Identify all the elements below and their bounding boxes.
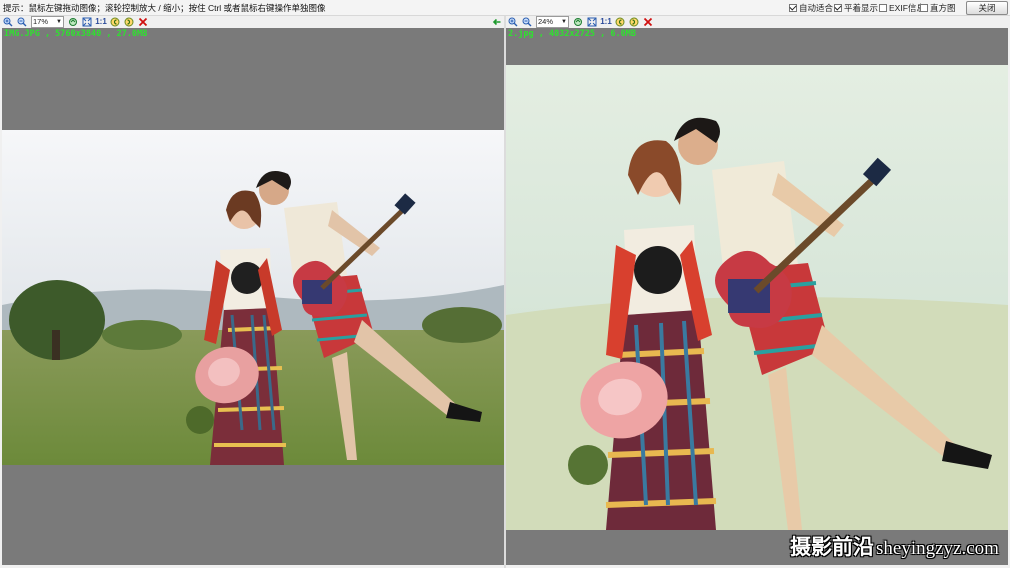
left-image-info: IMG.JPG , 5760x3840 , 27.0MB bbox=[4, 29, 148, 39]
right-zoom-value: 24% bbox=[538, 17, 554, 26]
histogram-checkbox[interactable] bbox=[920, 4, 928, 12]
right-image-info: 2.jpg , 4032x2725 , 6.0MB bbox=[508, 29, 636, 39]
chevron-down-icon: ▼ bbox=[56, 19, 62, 25]
rotate-icon[interactable] bbox=[573, 17, 583, 27]
rotate-icon[interactable] bbox=[68, 17, 78, 27]
hint-text: 提示：鼠标左键拖动图像；滚轮控制放大 / 缩小；按住 Ctrl 或者鼠标右键操作… bbox=[3, 3, 326, 13]
flat-display-label: 平着显示 bbox=[844, 3, 879, 13]
rotate-left-icon[interactable] bbox=[110, 17, 120, 27]
exif-checkbox[interactable] bbox=[879, 4, 887, 12]
right-image-panel[interactable]: 2.jpg , 4032x2725 , 6.0MB bbox=[506, 28, 1008, 565]
auto-fit-checkbox[interactable] bbox=[789, 4, 797, 12]
close-x-icon[interactable] bbox=[138, 17, 148, 27]
top-bar: 提示：鼠标左键拖动图像；滚轮控制放大 / 缩小；按住 Ctrl 或者鼠标右键操作… bbox=[0, 0, 1010, 16]
auto-fit-label: 自动适合 bbox=[799, 3, 834, 13]
fit-icon[interactable] bbox=[82, 17, 92, 27]
back-arrow-icon[interactable] bbox=[492, 17, 502, 27]
zoom-in-icon[interactable] bbox=[508, 17, 518, 27]
rotate-left-icon[interactable] bbox=[615, 17, 625, 27]
watermark-cn-text: 摄影前沿 bbox=[790, 534, 874, 559]
watermark-logo: 摄影前沿 sheyingzyz.com bbox=[790, 531, 999, 561]
left-zoom-value: 17% bbox=[33, 17, 49, 26]
close-button[interactable]: 关闭 bbox=[966, 1, 1008, 15]
option-auto-fit[interactable]: 自动适合 bbox=[789, 2, 833, 14]
rotate-right-icon[interactable] bbox=[629, 17, 639, 27]
right-toolbar: 24% ▼ 1:1 bbox=[508, 16, 653, 28]
left-photo[interactable] bbox=[2, 130, 504, 465]
zoom-out-icon[interactable] bbox=[522, 17, 532, 27]
watermark-en-text: sheyingzyz.com bbox=[876, 538, 999, 559]
right-photo[interactable] bbox=[506, 65, 1008, 530]
flat-display-checkbox[interactable] bbox=[834, 4, 842, 12]
actual-size-button[interactable]: 1:1 bbox=[95, 17, 107, 27]
option-histogram[interactable]: 直方图 bbox=[920, 2, 956, 14]
option-exif[interactable]: EXIF信息 bbox=[879, 2, 925, 14]
left-toolbar: 17% ▼ 1:1 bbox=[3, 16, 148, 28]
zoom-in-icon[interactable] bbox=[3, 17, 13, 27]
fit-icon[interactable] bbox=[587, 17, 597, 27]
zoom-out-icon[interactable] bbox=[17, 17, 27, 27]
chevron-down-icon: ▼ bbox=[561, 19, 567, 25]
histogram-label: 直方图 bbox=[930, 3, 956, 13]
left-image-panel[interactable]: IMG.JPG , 5760x3840 , 27.0MB bbox=[2, 28, 504, 565]
option-flat-display[interactable]: 平着显示 bbox=[834, 2, 878, 14]
close-x-icon[interactable] bbox=[643, 17, 653, 27]
rotate-right-icon[interactable] bbox=[124, 17, 134, 27]
left-zoom-select[interactable]: 17% ▼ bbox=[31, 16, 64, 28]
actual-size-button[interactable]: 1:1 bbox=[600, 17, 612, 27]
right-zoom-select[interactable]: 24% ▼ bbox=[536, 16, 569, 28]
